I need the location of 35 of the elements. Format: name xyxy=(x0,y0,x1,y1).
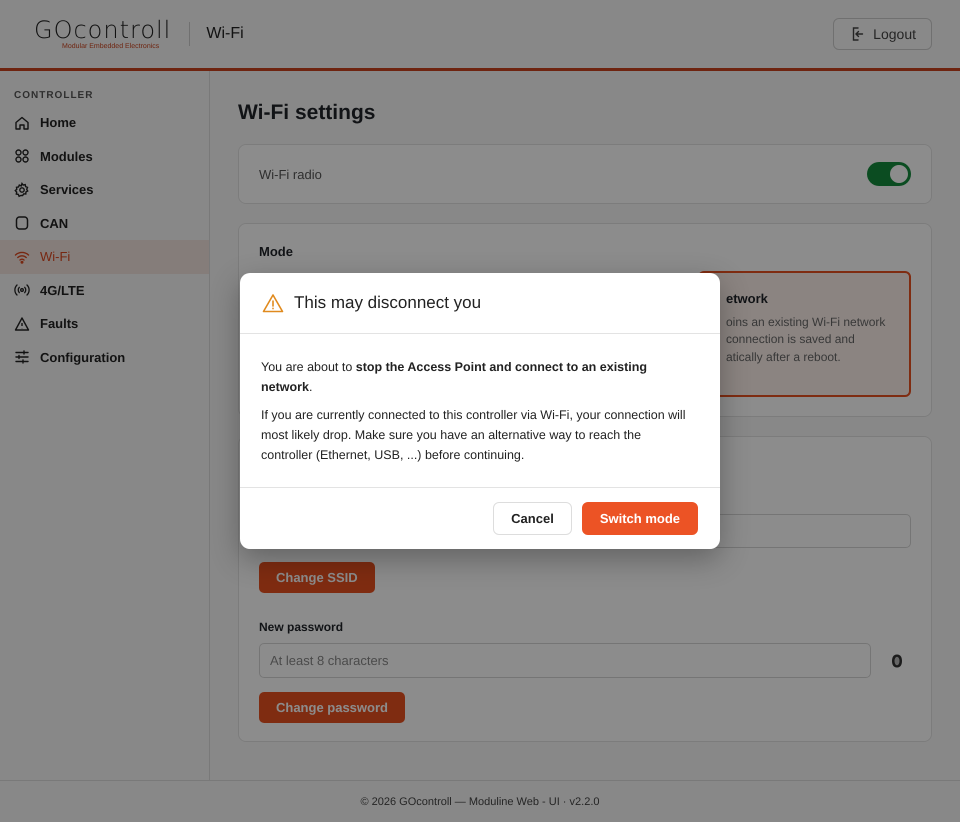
page-heading: Wi-Fi settings xyxy=(238,101,376,125)
cancel-button[interactable]: Cancel xyxy=(493,502,572,535)
sliders-icon xyxy=(14,349,30,366)
warning-icon xyxy=(14,316,30,332)
password-field[interactable]: At least 8 characters xyxy=(259,643,871,678)
antenna-icon xyxy=(14,282,30,298)
confirm-button[interactable]: Switch mode xyxy=(582,502,698,535)
radio-label: Wi-Fi radio xyxy=(259,166,322,182)
sidebar-item[interactable]: Configuration xyxy=(0,340,209,374)
sidebar-item[interactable]: Modules xyxy=(0,140,209,173)
page-title: Wi-Fi xyxy=(206,25,244,43)
change-ssid-button[interactable]: Change SSID xyxy=(259,562,375,593)
warning-icon xyxy=(262,293,284,313)
sidebar-item[interactable]: Home xyxy=(0,106,209,140)
toggle-switch[interactable] xyxy=(867,162,911,186)
logo-text: GOcontroll xyxy=(34,18,172,42)
mode-option[interactable]: etwork oins an existing Wi-Fi network connection is saved and atically after a reboot. xyxy=(698,271,911,397)
grid-icon xyxy=(14,148,30,164)
sidebar-item[interactable]: 4G/LTE xyxy=(0,274,209,307)
sidebar-item[interactable]: Services xyxy=(0,173,209,206)
sidebar-item[interactable]: CAN xyxy=(0,206,209,240)
password-label: New password xyxy=(259,620,344,634)
settings-icon xyxy=(14,182,30,198)
footer-text: © 2026 GOcontroll — Moduline Web - UI · v2.2.0 xyxy=(360,796,600,808)
wifi-icon xyxy=(14,248,30,265)
home-icon xyxy=(14,114,30,131)
mode-label: Mode xyxy=(259,244,294,259)
change-password-button[interactable]: Change password xyxy=(259,692,405,723)
logout-button[interactable]: Logout xyxy=(833,18,932,50)
square-icon xyxy=(14,215,30,232)
dialog-message: You are about to stop the Access Point and connect to an existing network. xyxy=(261,359,648,396)
dialog-title: This may disconnect you xyxy=(294,293,482,313)
section-heading: CONTROLLER xyxy=(13,90,94,101)
dialog-message: If you are currently connected to this controller via Wi-Fi, your connection will most likely drop. Make sure you have an alternative way to reach the controller (Ethernet, USB, ...) before continuing. xyxy=(261,407,686,464)
sidebar-item[interactable]: Faults xyxy=(0,307,209,340)
